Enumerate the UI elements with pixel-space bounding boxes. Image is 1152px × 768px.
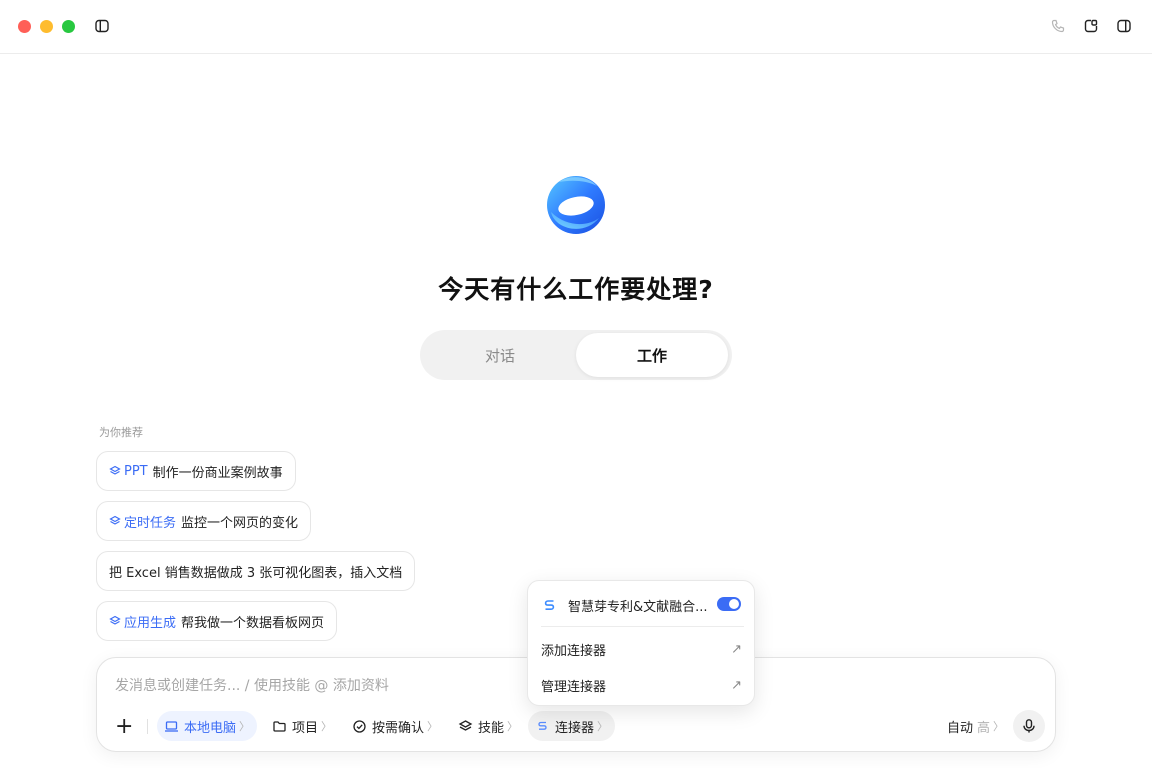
suggestion-chip-app[interactable]: 应用生成 帮我做一个数据看板网页 xyxy=(96,601,338,641)
chevron-right-icon: 〉 xyxy=(993,720,1005,733)
layers-icon xyxy=(458,719,473,731)
connector-toggle[interactable] xyxy=(717,597,741,611)
connectors-button[interactable]: 连接器 〉 xyxy=(528,711,616,741)
chevron-right-icon: 〉 xyxy=(427,720,439,733)
connector-icon xyxy=(538,721,547,730)
skills-button[interactable]: 技能 〉 xyxy=(451,711,525,741)
suggestion-tag-text: 应用生成 xyxy=(124,615,177,631)
external-arrow-icon: ↗ xyxy=(731,677,742,693)
app-logo xyxy=(545,172,607,236)
tab-work[interactable]: 工作 xyxy=(576,333,728,377)
suggestion-text: 制作一份商业案例故事 xyxy=(152,465,283,481)
project-label: 项目 xyxy=(292,720,319,736)
local-computer-button[interactable]: 本地电脑 〉 xyxy=(157,711,258,741)
suggestion-tag: PPT xyxy=(109,464,148,479)
chevron-right-icon: 〉 xyxy=(507,720,519,733)
folder-icon xyxy=(273,720,286,732)
layers-icon xyxy=(109,465,121,475)
chevron-right-icon: 〉 xyxy=(597,720,609,733)
skills-label: 技能 xyxy=(478,720,505,736)
maximize-window-button[interactable] xyxy=(62,20,75,33)
connector-icon xyxy=(544,599,555,610)
suggestion-text: 监控一个网页的变化 xyxy=(181,515,299,531)
add-button[interactable]: + xyxy=(109,711,139,741)
add-connector-label: 添加连接器 xyxy=(541,643,607,659)
sidebar-toggle-icon[interactable] xyxy=(93,17,111,35)
phone-icon[interactable] xyxy=(1049,17,1067,35)
manage-connector-label: 管理连接器 xyxy=(541,679,607,695)
plus-icon: + xyxy=(115,713,134,739)
microphone-icon xyxy=(1023,719,1035,733)
check-circle-icon xyxy=(353,719,366,733)
add-connector-item[interactable]: 添加连接器 ↗ xyxy=(528,631,756,667)
panel-icon[interactable] xyxy=(1115,17,1133,35)
suggestion-tag: 定时任务 xyxy=(109,512,176,531)
connectors-label: 连接器 xyxy=(555,720,595,736)
connector-popover: 智慧芽专利&文献融合... 添加连接器 ↗ 管理连接器 ↗ xyxy=(527,580,755,706)
run-mode-label: 自动 xyxy=(947,720,974,736)
suggestion-tag: 应用生成 xyxy=(109,612,176,631)
title-bar xyxy=(0,0,1152,54)
confirm-mode-button[interactable]: 按需确认 〉 xyxy=(345,711,445,741)
mode-switch: 对话 工作 xyxy=(420,330,732,380)
divider xyxy=(147,719,148,734)
suggestion-tag-text: 定时任务 xyxy=(124,515,177,531)
layers-icon xyxy=(109,515,121,525)
suggestion-text: 帮我做一个数据看板网页 xyxy=(181,615,325,631)
suggestion-chip-ppt[interactable]: PPT 制作一份商业案例故事 xyxy=(96,451,296,491)
recommendations-label: 为你推荐 xyxy=(99,426,143,439)
run-mode-button[interactable]: 自动 高 〉 xyxy=(940,711,1011,741)
voice-input-button[interactable] xyxy=(1013,710,1045,742)
page-title: 今天有什么工作要处理? xyxy=(438,275,714,304)
chevron-right-icon: 〉 xyxy=(239,720,251,733)
minimize-window-button[interactable] xyxy=(40,20,53,33)
new-chat-icon[interactable] xyxy=(1082,17,1100,35)
run-mode-level: 高 xyxy=(977,720,991,736)
suggestion-chip-excel[interactable]: 把 Excel 销售数据做成 3 张可视化图表，插入文档 xyxy=(96,551,416,591)
divider xyxy=(541,626,744,627)
suggestion-chip-scheduled[interactable]: 定时任务 监控一个网页的变化 xyxy=(96,501,312,541)
chevron-right-icon: 〉 xyxy=(321,720,333,733)
manage-connector-item[interactable]: 管理连接器 ↗ xyxy=(528,667,756,703)
project-button[interactable]: 项目 〉 xyxy=(265,711,339,741)
local-computer-label: 本地电脑 xyxy=(184,720,237,736)
layers-icon xyxy=(109,615,121,625)
laptop-icon xyxy=(165,720,178,732)
suggestion-text: 把 Excel 销售数据做成 3 张可视化图表，插入文档 xyxy=(109,565,403,581)
external-arrow-icon: ↗ xyxy=(731,641,742,657)
connector-name: 智慧芽专利&文献融合... xyxy=(568,599,708,615)
confirm-mode-label: 按需确认 xyxy=(372,720,425,736)
close-window-button[interactable] xyxy=(18,20,31,33)
suggestion-tag-text: PPT xyxy=(124,463,148,479)
tab-chat[interactable]: 对话 xyxy=(424,333,576,377)
